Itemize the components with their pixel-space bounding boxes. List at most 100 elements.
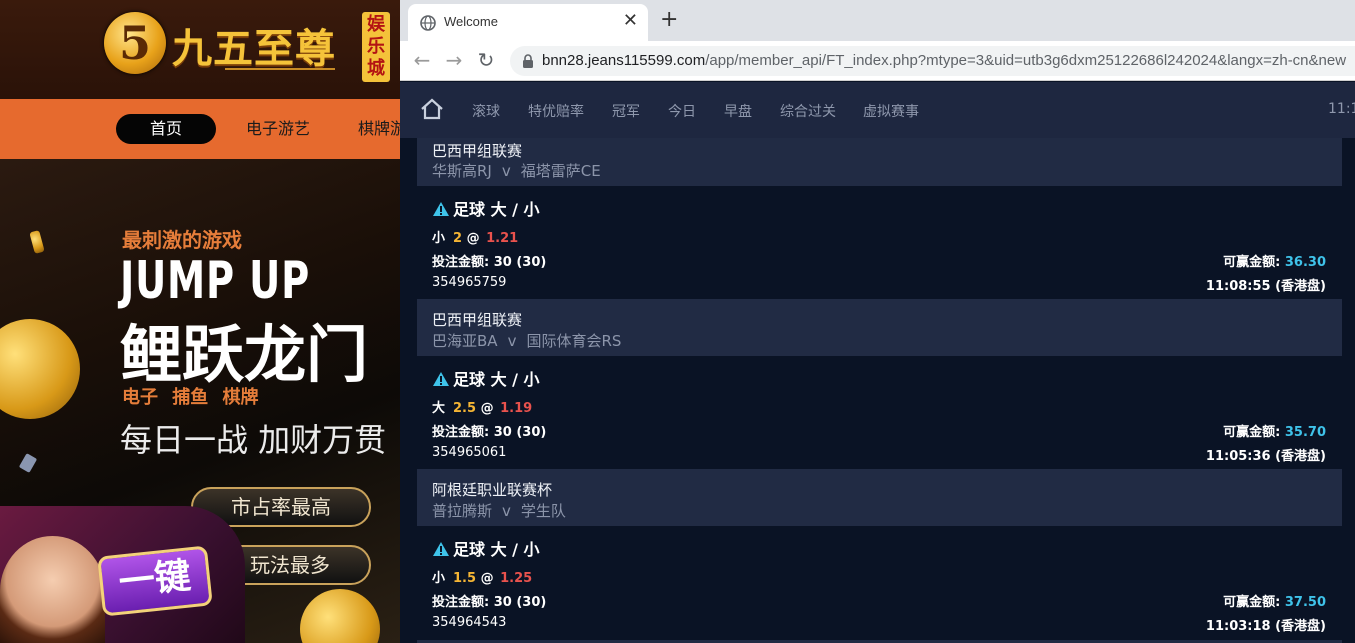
slogan-small: 最刺激的游戏 (122, 228, 242, 252)
logo-seal: 娱乐城 (362, 12, 390, 82)
potential-win: 可赢金额: 36.30 (1223, 251, 1326, 270)
win-label: 可赢金额: (1223, 595, 1281, 610)
nav-today[interactable]: 今日 (668, 101, 696, 121)
bet-type: 足球 大 / 小 (432, 366, 540, 390)
match-header: 阿根廷职业联赛杯 普拉腾斯 v 学生队 (417, 469, 1342, 526)
away-team: 学生队 (520, 502, 566, 520)
coin-decoration (0, 319, 80, 419)
match-header: 巴西甲组联赛 华斯高RJ v 福塔雷萨CE (417, 138, 1342, 186)
league-name: 巴西甲组联赛 (432, 311, 523, 329)
warning-icon (433, 372, 449, 386)
teams-line: 普拉腾斯 v 学生队 (432, 500, 566, 521)
stake-amount: 投注金额: 30 (30) (432, 421, 546, 440)
stake-label: 投注金额: (432, 255, 490, 270)
casino-nav: 首页 电子游艺 棋牌游戏 (0, 99, 400, 159)
globe-icon (420, 15, 436, 31)
bet-type-label: 足球 大 / 小 (453, 200, 540, 219)
league-name: 阿根廷职业联赛杯 (432, 481, 553, 499)
potential-win: 可赢金额: 37.50 (1223, 591, 1326, 610)
coin-decoration (300, 589, 380, 643)
ticket-id: 354965759 (432, 275, 507, 290)
match-header: 巴西甲组联赛 巴海亚BA v 国际体育会RS (417, 299, 1342, 356)
bet-time: 11:08:55 (香港盘) (1205, 279, 1326, 294)
stake-amount: 投注金额: 30 (30) (432, 591, 546, 610)
close-tab-icon[interactable]: ✕ (623, 11, 638, 31)
vs-label: v (507, 332, 517, 350)
casino-header: 5 九五至尊 娱乐城 (0, 0, 400, 99)
casino-nav-cards[interactable]: 棋牌游戏 (358, 114, 400, 144)
casino-logo-icon[interactable]: 5 (104, 12, 166, 74)
bet-item[interactable]: 足球 大 / 小 小2 @ 1.21 投注金额: 30 (30) 可赢金额: 3… (417, 186, 1342, 299)
teams-line: 华斯高RJ v 福塔雷萨CE (432, 160, 601, 181)
tab-title: Welcome (444, 14, 498, 29)
home-team: 华斯高RJ (432, 162, 492, 180)
promo-yijian-badge: 一键 (97, 545, 213, 617)
reload-icon[interactable]: ↻ (474, 49, 498, 73)
win-value: 37.50 (1284, 595, 1326, 610)
win-label: 可赢金额: (1223, 425, 1281, 440)
bet-time: 11:03:18 (香港盘) (1205, 619, 1326, 634)
vs-label: v (502, 502, 511, 520)
casino-nav-home[interactable]: 首页 (116, 114, 216, 144)
casino-nav-slots[interactable]: 电子游艺 (246, 114, 310, 144)
nav-special-odds[interactable]: 特优赔率 (528, 101, 584, 121)
teams-line: 巴海亚BA v 国际体育会RS (432, 330, 621, 351)
odds-value: 1.25 (500, 571, 533, 586)
away-team: 福塔雷萨CE (520, 162, 601, 180)
logo-digit: 5 (118, 16, 151, 70)
browser-tab-welcome[interactable]: Welcome ✕ (408, 4, 648, 41)
nav-inplay[interactable]: 滚球 (472, 101, 500, 121)
browser-window: Welcome ✕ + ← → ↻ bnn28.jeans115599.com/… (400, 0, 1355, 643)
promo-model-image (0, 536, 105, 643)
win-value: 36.30 (1284, 255, 1326, 270)
bet-type-label: 足球 大 / 小 (453, 370, 540, 389)
handicap-line: 2 (453, 231, 463, 246)
stake-label: 投注金额: (432, 425, 490, 440)
bet-history-list: 巴西甲组联赛 华斯高RJ v 福塔雷萨CE 足球 大 / 小 小2 @ 1.21 投… (400, 138, 1355, 643)
bet-item[interactable]: 足球 大 / 小 大 2.5 @ 1.19 投注金额: 30 (30) 可赢金额:… (417, 356, 1342, 469)
stake-label: 投注金额: (432, 595, 490, 610)
nav-early[interactable]: 早盘 (724, 101, 752, 121)
nav-parlay[interactable]: 综合过关 (780, 101, 836, 121)
nav-virtual[interactable]: 虚拟赛事 (863, 101, 919, 121)
logo-ornament (225, 68, 335, 80)
stake-value: 30 (30) (493, 425, 547, 440)
potential-win: 可赢金额: 35.70 (1223, 421, 1326, 440)
coin-fragment (29, 230, 45, 254)
handicap-line: 1.5 (453, 571, 477, 586)
warning-icon (433, 542, 449, 556)
away-team: 国际体育会RS (526, 332, 622, 350)
nav-champion[interactable]: 冠军 (612, 101, 640, 121)
new-tab-icon[interactable]: + (660, 7, 678, 33)
back-icon[interactable]: ← (410, 49, 434, 73)
lock-icon[interactable] (522, 54, 534, 68)
sports-nav-bar: 滚球 特优赔率 冠军 今日 早盘 综合过关 虚拟赛事 11:1 (400, 82, 1355, 138)
home-team: 普拉腾斯 (432, 502, 493, 520)
tab-strip: Welcome ✕ + (400, 0, 1355, 41)
casino-website: 5 九五至尊 娱乐城 首页 电子游艺 棋牌游戏 最刺激的游戏 JUMP UP 鲤… (0, 0, 400, 643)
forward-icon[interactable]: → (442, 49, 466, 73)
odds-value: 1.19 (500, 401, 533, 416)
stake-value: 30 (30) (493, 255, 547, 270)
bet-selection: 小2 @ 1.21 (432, 231, 519, 246)
win-label: 可赢金额: (1223, 255, 1281, 270)
warning-icon (433, 202, 449, 216)
address-bar[interactable]: bnn28.jeans115599.com/app/member_api/FT_… (510, 46, 1355, 76)
url-host: bnn28.jeans115599.com (542, 52, 706, 69)
bet-item[interactable]: 足球 大 / 小 小 1.5 @ 1.25 投注金额: 30 (30) 可赢金额:… (417, 526, 1342, 639)
casino-banner[interactable]: 最刺激的游戏 JUMP UP 鲤跃龙门 电子 捕鱼 棋牌 每日一战 加财万贯 市… (0, 159, 400, 643)
casino-logo-text[interactable]: 九五至尊 (172, 16, 336, 74)
selection-side: 小 (432, 231, 446, 246)
odds-value: 1.21 (486, 231, 519, 246)
address-toolbar: ← → ↻ bnn28.jeans115599.com/app/member_a… (400, 41, 1355, 81)
bet-time: 11:05:36 (香港盘) (1205, 449, 1326, 464)
promo-card[interactable]: 一键 (0, 506, 245, 643)
desktop: 5 九五至尊 娱乐城 首页 电子游艺 棋牌游戏 最刺激的游戏 JUMP UP 鲤… (0, 0, 1355, 643)
league-name: 巴西甲组联赛 (432, 142, 523, 160)
ticket-id: 354965061 (432, 445, 507, 460)
home-team: 巴海亚BA (432, 332, 498, 350)
handicap-line: 2.5 (453, 401, 477, 416)
bet-type-label: 足球 大 / 小 (453, 540, 540, 559)
slogan-big: 鲤跃龙门 (120, 318, 369, 391)
home-icon[interactable] (420, 98, 444, 120)
